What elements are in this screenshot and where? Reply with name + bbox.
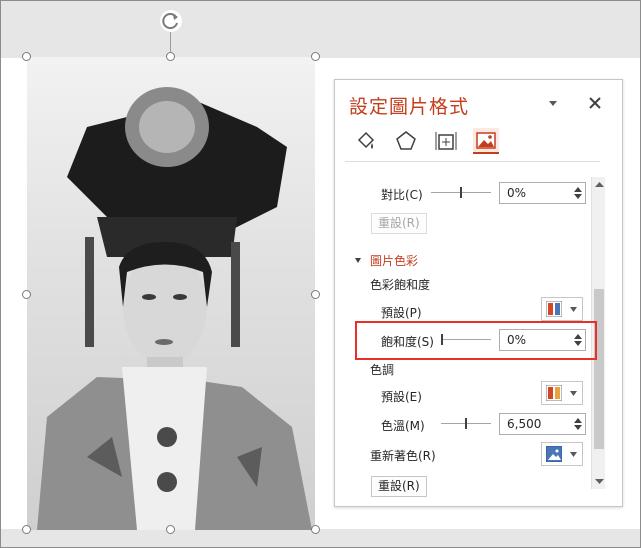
reset-button[interactable]: 重設(R) xyxy=(371,476,427,497)
resize-handle-bottom-right[interactable] xyxy=(311,525,320,534)
temperature-label: 色溫(M) xyxy=(381,419,425,433)
picture-icon[interactable] xyxy=(473,128,499,154)
collapse-triangle-icon[interactable] xyxy=(354,257,362,265)
pane-tab-bar xyxy=(345,128,605,158)
rotate-connector xyxy=(170,32,171,54)
scroll-up-icon[interactable] xyxy=(595,180,604,189)
spin-up-icon[interactable] xyxy=(574,333,582,339)
reset-button-disabled[interactable]: 重設(R) xyxy=(371,213,427,234)
spin-down-icon[interactable] xyxy=(574,425,582,431)
resize-handle-top[interactable] xyxy=(166,52,175,61)
resize-handle-right[interactable] xyxy=(311,290,320,299)
temperature-spinbox[interactable]: 6,500 xyxy=(499,413,586,435)
temperature-value: 6,500 xyxy=(507,417,542,431)
pane-scrollbar[interactable] xyxy=(591,177,605,489)
recolor-picture-icon xyxy=(546,446,562,462)
spin-down-icon[interactable] xyxy=(574,341,582,347)
tone-preset-dropdown[interactable] xyxy=(541,381,583,405)
saturation-slider[interactable] xyxy=(441,334,491,345)
resize-handle-bottom-left[interactable] xyxy=(22,525,31,534)
contrast-slider[interactable] xyxy=(431,187,491,198)
picture-color-section-header[interactable]: 圖片色彩 xyxy=(370,252,418,269)
recolor-label: 重新著色(R) xyxy=(370,449,436,463)
pane-options-dropdown-icon[interactable] xyxy=(544,94,562,112)
saturation-group-label: 色彩飽和度 xyxy=(370,278,431,292)
selected-picture[interactable] xyxy=(27,57,315,530)
saturation-label: 飽和度(S) xyxy=(381,335,434,349)
pane-title: 設定圖片格式 xyxy=(349,96,470,118)
tone-preset-label: 預設(E) xyxy=(381,390,422,404)
resize-handle-left[interactable] xyxy=(22,290,31,299)
recolor-dropdown[interactable] xyxy=(541,442,583,466)
fill-line-icon[interactable] xyxy=(353,128,379,154)
effects-icon[interactable] xyxy=(393,128,419,154)
scroll-down-icon[interactable] xyxy=(595,477,604,486)
tab-separator xyxy=(345,161,600,162)
saturation-spinbox[interactable]: 0% xyxy=(499,329,586,351)
format-picture-pane: 設定圖片格式 對比(C) 0% 重設(R) 圖片色彩 色彩飽和度 預設(P) 飽… xyxy=(334,79,623,507)
tone-group-label: 色調 xyxy=(370,363,395,377)
chevron-down-icon xyxy=(570,391,577,396)
saturation-swatch-icon xyxy=(546,301,562,317)
saturation-preset-label: 預設(P) xyxy=(381,306,422,320)
spin-down-icon[interactable] xyxy=(574,194,582,200)
contrast-value: 0% xyxy=(507,186,527,200)
scroll-thumb[interactable] xyxy=(594,289,604,449)
temperature-slider[interactable] xyxy=(441,418,491,429)
resize-handle-bottom[interactable] xyxy=(166,525,175,534)
portrait-image xyxy=(37,87,312,530)
rotate-handle-icon[interactable] xyxy=(159,9,183,33)
chevron-down-icon xyxy=(570,452,577,457)
tone-swatch-icon xyxy=(546,385,562,401)
close-icon[interactable] xyxy=(586,94,604,112)
resize-handle-top-right[interactable] xyxy=(311,52,320,61)
contrast-label: 對比(C) xyxy=(381,188,423,202)
contrast-spinbox[interactable]: 0% xyxy=(499,182,586,204)
saturation-value: 0% xyxy=(507,333,527,347)
chevron-down-icon xyxy=(570,307,577,312)
resize-handle-top-left[interactable] xyxy=(22,52,31,61)
spin-up-icon[interactable] xyxy=(574,186,582,192)
saturation-preset-dropdown[interactable] xyxy=(541,297,583,321)
spin-up-icon[interactable] xyxy=(574,417,582,423)
size-properties-icon[interactable] xyxy=(433,128,459,154)
